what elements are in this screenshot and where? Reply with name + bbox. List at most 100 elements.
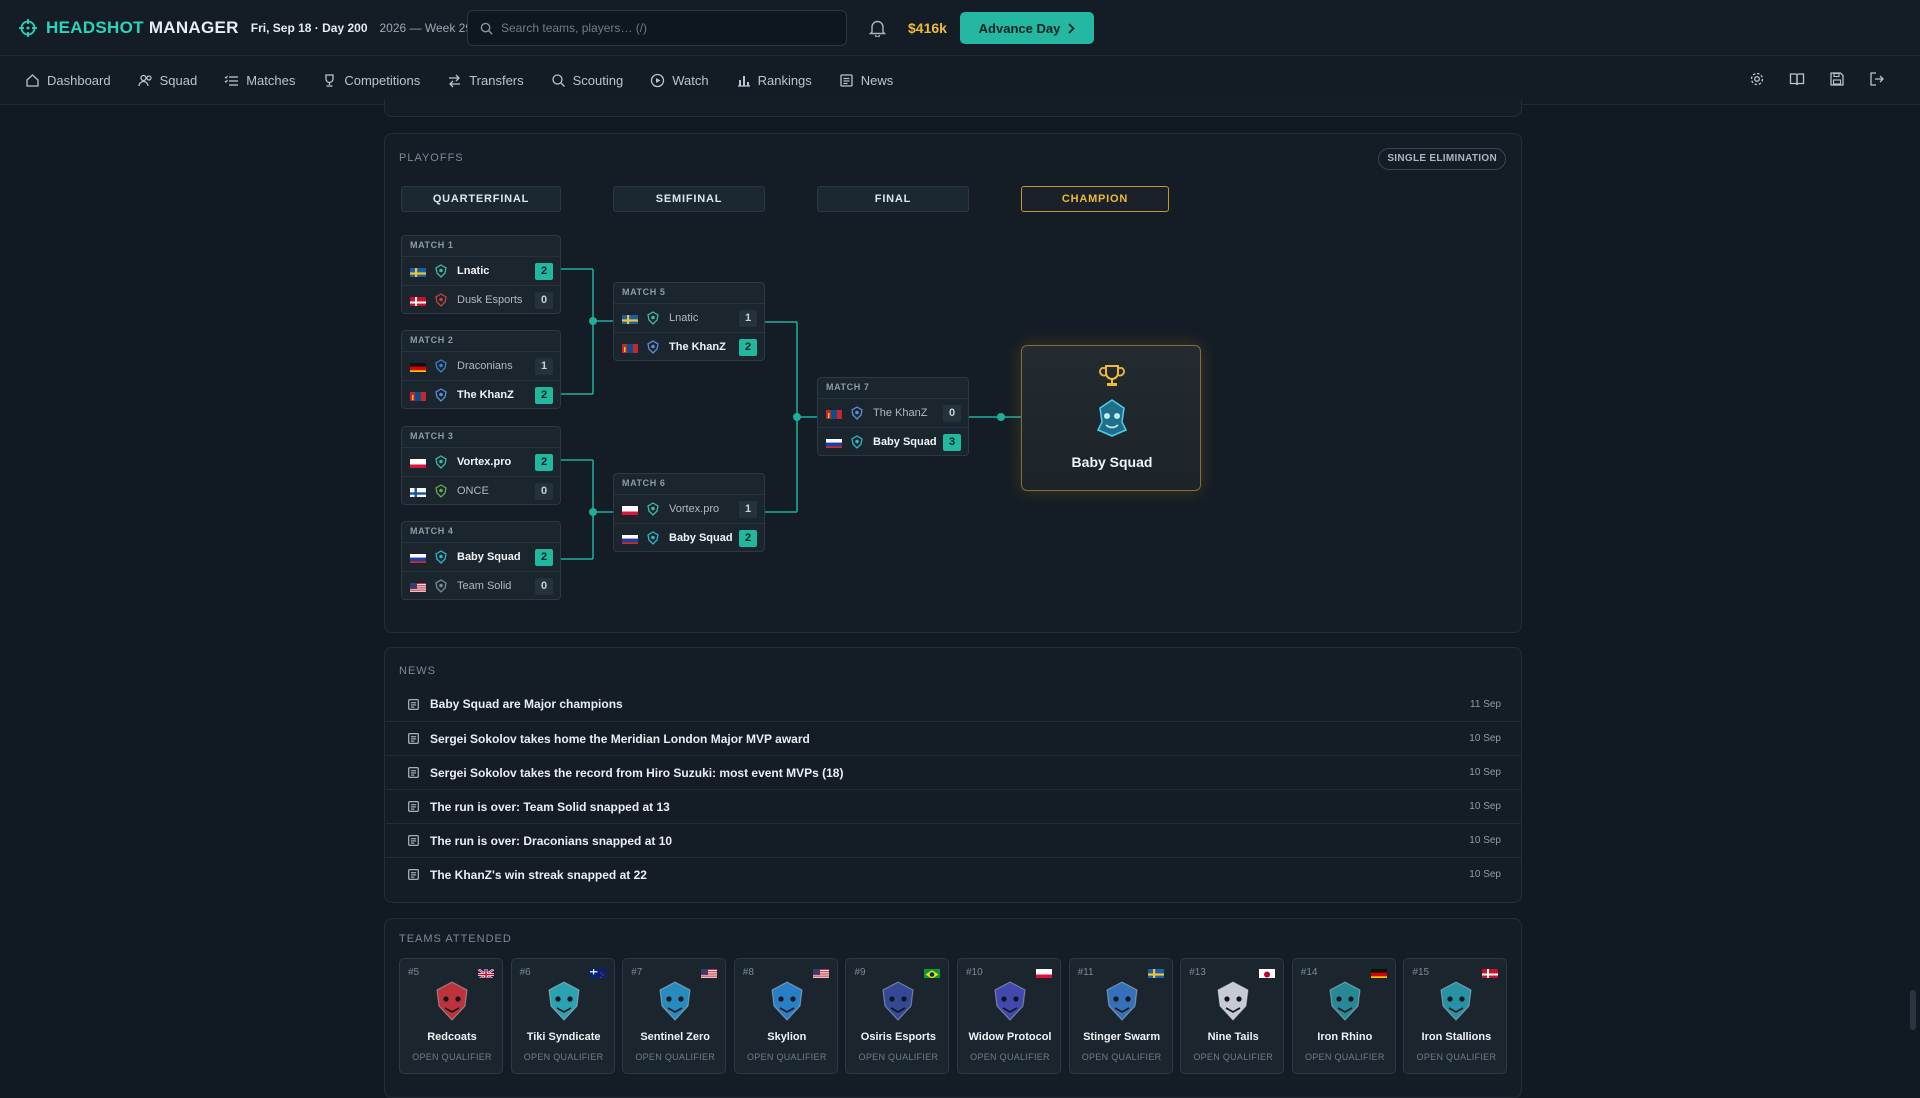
flag-ru-icon xyxy=(622,533,638,544)
flag-ru-icon xyxy=(410,552,426,563)
news-item[interactable]: Sergei Sokolov takes the record from Hir… xyxy=(386,755,1522,789)
newspaper-icon xyxy=(408,869,419,880)
match-team-row[interactable]: Vortex.pro 1 xyxy=(614,494,764,523)
team-logo-icon xyxy=(434,388,448,402)
news-label: NEWS xyxy=(399,665,436,677)
bracket-match-6[interactable]: MATCH 6 Vortex.pro 1 Baby Squad 2 xyxy=(613,473,765,552)
flag-dk-icon xyxy=(410,295,426,306)
news-item[interactable]: The run is over: Draconians snapped at 1… xyxy=(386,823,1522,857)
flag-pl-icon xyxy=(410,457,426,468)
qualification-type: OPEN QUALIFIER xyxy=(412,1052,492,1062)
newspaper-icon xyxy=(408,801,419,812)
match-team-row[interactable]: Baby Squad 2 xyxy=(614,523,764,552)
flag-fi-icon xyxy=(410,486,426,497)
team-name: ONCE xyxy=(457,485,489,497)
team-rank: #13 xyxy=(1189,967,1206,978)
team-score: 1 xyxy=(739,501,757,518)
match-team-row[interactable]: The KhanZ 2 xyxy=(614,332,764,361)
team-score: 0 xyxy=(535,292,553,309)
flag-us-icon xyxy=(701,967,718,978)
team-card[interactable]: #5 Redcoats OPEN QUALIFIER xyxy=(399,958,503,1074)
match-title: MATCH 7 xyxy=(826,382,870,392)
match-team-row[interactable]: Vortex.pro 2 xyxy=(402,447,560,476)
team-card[interactable]: #8 Skylion OPEN QUALIFIER xyxy=(733,958,838,1074)
team-logo-icon xyxy=(646,531,660,545)
team-card[interactable]: #13 Nine Tails OPEN QUALIFIER xyxy=(1180,958,1285,1074)
team-card[interactable]: #9 Osiris Esports OPEN QUALIFIER xyxy=(845,958,950,1074)
news-date: 10 Sep xyxy=(1469,801,1501,812)
news-item[interactable]: The run is over: Team Solid snapped at 1… xyxy=(386,789,1522,823)
qualification-type: OPEN QUALIFIER xyxy=(746,1052,827,1062)
flag-pl-icon xyxy=(1036,967,1052,978)
team-rank: #14 xyxy=(1300,967,1318,978)
team-card[interactable]: #15 Iron Stallions OPEN QUALIFIER xyxy=(1403,958,1508,1074)
match-team-row[interactable]: Team Solid 0 xyxy=(402,571,560,600)
qualification-type: OPEN QUALIFIER xyxy=(1416,1052,1497,1062)
match-team-row[interactable]: Baby Squad 2 xyxy=(402,542,560,571)
team-score: 2 xyxy=(739,339,757,356)
team-crest-icon xyxy=(765,979,809,1023)
match-team-row[interactable]: Lnatic 2 xyxy=(402,256,560,285)
team-name: Draconians xyxy=(457,360,513,372)
team-name: Widow Protocol xyxy=(968,1031,1052,1043)
team-score: 0 xyxy=(943,405,961,422)
news-panel: NEWS Baby Squad are Major champions 11 S… xyxy=(384,647,1522,903)
news-title: The KhanZ's win streak snapped at 22 xyxy=(430,867,647,882)
match-team-row[interactable]: Lnatic 1 xyxy=(614,303,764,332)
team-score: 1 xyxy=(535,358,553,375)
team-logo-icon xyxy=(850,406,864,420)
match-title: MATCH 6 xyxy=(622,478,666,488)
news-date: 10 Sep xyxy=(1469,835,1501,846)
team-name: Osiris Esports xyxy=(860,1031,936,1043)
team-card[interactable]: #14 Iron Rhino OPEN QUALIFIER xyxy=(1291,958,1396,1074)
team-card[interactable]: #6 Tiki Syndicate OPEN QUALIFIER xyxy=(510,958,615,1074)
match-title: MATCH 3 xyxy=(410,431,454,441)
match-team-row[interactable]: ONCE 0 xyxy=(402,476,560,505)
bracket-match-3[interactable]: MATCH 3 Vortex.pro 2 ONCE 0 xyxy=(401,426,561,505)
match-team-row[interactable]: Baby Squad 3 xyxy=(818,427,968,456)
news-date: 11 Sep xyxy=(1470,698,1501,710)
qualification-type: OPEN QUALIFIER xyxy=(523,1052,604,1062)
match-title: MATCH 5 xyxy=(622,287,666,297)
qualification-type: OPEN QUALIFIER xyxy=(970,1052,1050,1062)
team-card[interactable]: #11 Stinger Swarm OPEN QUALIFIER xyxy=(1068,958,1173,1074)
flag-nz-icon xyxy=(589,967,606,978)
team-card[interactable]: #10 Widow Protocol OPEN QUALIFIER xyxy=(957,958,1061,1074)
team-score: 2 xyxy=(535,387,553,404)
team-name: Stinger Swarm xyxy=(1083,1031,1161,1043)
team-rank: #15 xyxy=(1412,967,1430,978)
team-logo-icon xyxy=(434,293,448,307)
bracket-match-5[interactable]: MATCH 5 Lnatic 1 The KhanZ 2 xyxy=(613,282,765,361)
news-date: 10 Sep xyxy=(1469,869,1501,880)
news-item[interactable]: Baby Squad are Major champions 11 Sep xyxy=(386,687,1522,721)
champion-team-logo xyxy=(1096,399,1128,437)
team-logo-icon xyxy=(434,484,448,498)
team-score: 2 xyxy=(535,454,553,471)
team-logo-icon xyxy=(434,264,448,278)
flag-de-icon xyxy=(1370,967,1387,978)
team-card[interactable]: #7 Sentinel Zero OPEN QUALIFIER xyxy=(622,958,727,1074)
bracket-match-4[interactable]: MATCH 4 Baby Squad 2 Team Solid 0 xyxy=(401,521,561,600)
bracket-match-7[interactable]: MATCH 7 The KhanZ 0 Baby Squad 3 xyxy=(817,377,969,456)
match-team-row[interactable]: Draconians 1 xyxy=(402,351,560,380)
team-logo-icon xyxy=(434,550,448,564)
team-rank: #9 xyxy=(854,967,866,978)
bracket-match-2[interactable]: MATCH 2 Draconians 1 The KhanZ 2 xyxy=(401,330,561,409)
team-rank: #5 xyxy=(408,967,420,978)
team-name: The KhanZ xyxy=(669,341,726,353)
match-team-row[interactable]: Dusk Esports 0 xyxy=(402,285,560,314)
match-team-row[interactable]: The KhanZ 2 xyxy=(402,380,560,409)
team-name: Skylion xyxy=(767,1031,807,1043)
team-name: Iron Rhino xyxy=(1317,1031,1373,1043)
team-name: Baby Squad xyxy=(669,532,733,544)
team-crest-icon xyxy=(1211,979,1255,1023)
news-item[interactable]: The KhanZ's win streak snapped at 22 10 … xyxy=(386,857,1522,891)
flag-mn-icon xyxy=(622,342,638,353)
page-scrollbar[interactable] xyxy=(1910,990,1916,1030)
bracket-match-1[interactable]: MATCH 1 Lnatic 2 Dusk Esports 0 xyxy=(401,235,561,314)
match-team-row[interactable]: The KhanZ 0 xyxy=(818,398,968,427)
news-item[interactable]: Sergei Sokolov takes home the Meridian L… xyxy=(386,721,1522,755)
qualification-type: OPEN QUALIFIER xyxy=(635,1052,716,1062)
flag-jp-icon xyxy=(1259,967,1276,978)
champion-card[interactable]: Baby Squad xyxy=(1021,345,1201,491)
